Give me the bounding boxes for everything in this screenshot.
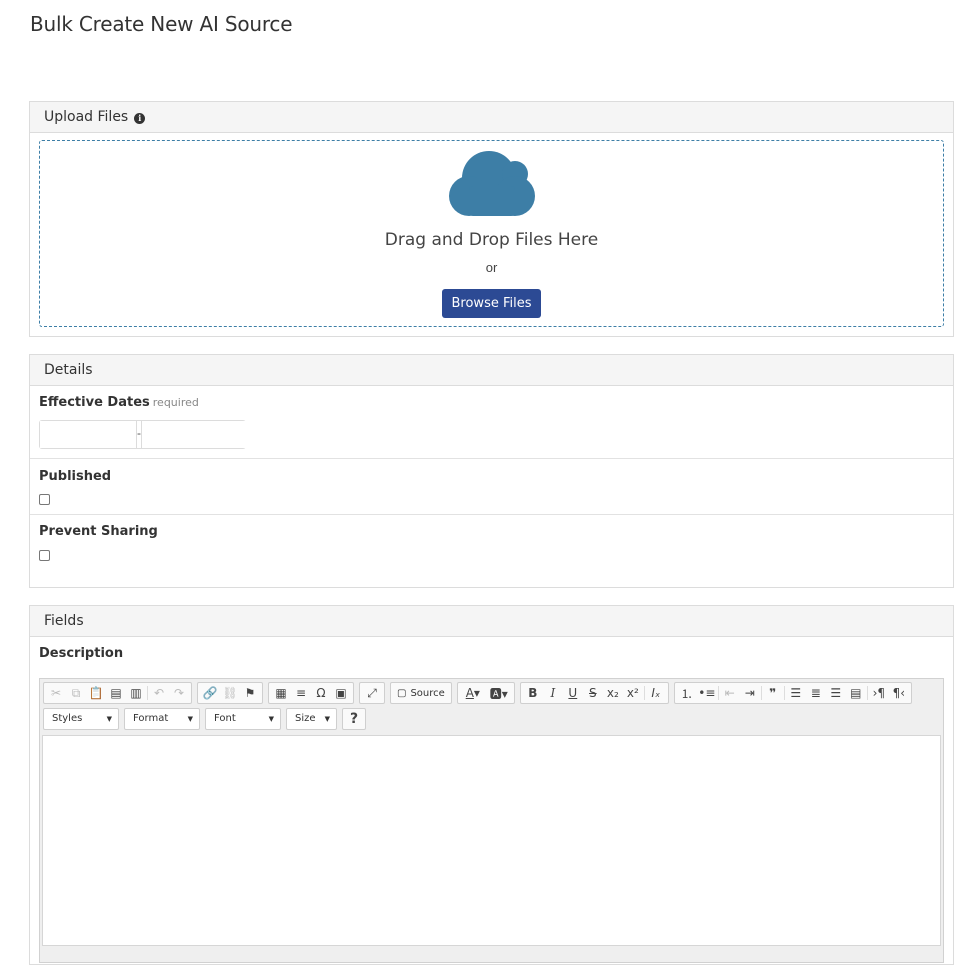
end-date-input[interactable] <box>142 421 323 448</box>
text-direction-ltr-icon[interactable]: ›¶ <box>869 683 889 703</box>
styles-dropdown[interactable]: Styles ▼ <box>43 708 119 730</box>
help-button[interactable]: ? <box>345 709 363 729</box>
align-left-icon[interactable]: ☰ <box>786 683 806 703</box>
upload-files-header: Upload Files i <box>30 102 953 133</box>
superscript-icon[interactable]: x² <box>623 683 643 703</box>
chevron-down-icon: ▼ <box>268 715 274 723</box>
details-panel: Details Effective Dates required - Publis… <box>29 354 954 588</box>
cut-icon[interactable]: ✂ <box>46 683 66 703</box>
prevent-sharing-row: Prevent Sharing <box>30 515 953 587</box>
text-color-icon[interactable]: A ▾ <box>460 683 486 703</box>
paragraph-group: ⒈ •≡ ⇤ ⇥ ❞ ☰ ≣ ☰ ▤ ›¶ ¶‹ <box>673 682 912 704</box>
blockquote-icon[interactable]: ❞ <box>763 683 783 703</box>
format-dropdown[interactable]: Format ▼ <box>124 708 200 730</box>
editor-toolbar-row-1: ✂ ⧉ 📋 ▤ ▥ ↶ ↷ 🔗 ⛓ ⚑ ▦ ≡ Ω ▣ ⤢ ▢ Source A… <box>43 682 917 704</box>
italic-icon[interactable]: I <box>543 683 563 703</box>
size-dropdown[interactable]: Size ▼ <box>286 708 337 730</box>
image-icon[interactable]: ▣ <box>331 683 351 703</box>
paste-text-icon[interactable]: ▤ <box>106 683 126 703</box>
align-center-icon[interactable]: ≣ <box>806 683 826 703</box>
align-justify-icon[interactable]: ▤ <box>846 683 866 703</box>
underline-icon[interactable]: U <box>563 683 583 703</box>
page-title: Bulk Create New AI Source <box>30 12 293 36</box>
text-direction-rtl-icon[interactable]: ¶‹ <box>889 683 909 703</box>
published-label: Published <box>39 469 112 484</box>
font-dropdown[interactable]: Font ▼ <box>205 708 281 730</box>
fields-header: Fields <box>30 606 953 637</box>
remove-format-icon[interactable]: Iₓ <box>646 683 666 703</box>
basic-styles-group: B I U S x₂ x² Iₓ <box>519 682 669 704</box>
subscript-icon[interactable]: x₂ <box>603 683 623 703</box>
outdent-icon[interactable]: ⇤ <box>720 683 740 703</box>
indent-icon[interactable]: ⇥ <box>740 683 760 703</box>
info-circle-icon[interactable]: i <box>134 113 146 124</box>
paste-icon[interactable]: 📋 <box>86 683 106 703</box>
published-row: Published <box>30 459 953 515</box>
file-dropzone[interactable]: Drag and Drop Files Here or Browse Files <box>39 140 944 327</box>
published-checkbox[interactable] <box>39 494 50 505</box>
source-button[interactable]: ▢ Source <box>393 683 449 703</box>
bulleted-list-icon[interactable]: •≡ <box>697 683 717 703</box>
insert-group: ▦ ≡ Ω ▣ <box>268 682 354 704</box>
background-color-icon[interactable]: 🅰▾ <box>486 683 512 703</box>
redo-icon[interactable]: ↷ <box>169 683 189 703</box>
browse-files-button[interactable]: Browse Files <box>442 289 541 318</box>
description-label: Description <box>39 646 124 661</box>
fields-panel: Fields Description ✂ ⧉ 📋 ▤ ▥ ↶ ↷ 🔗 ⛓ ⚑ ▦… <box>29 605 954 965</box>
horizontal-line-icon[interactable]: ≡ <box>291 683 311 703</box>
clipboard-group: ✂ ⧉ 📋 ▤ ▥ ↶ ↷ <box>43 682 192 704</box>
link-group: 🔗 ⛓ ⚑ <box>197 682 263 704</box>
align-right-icon[interactable]: ☰ <box>826 683 846 703</box>
drop-files-text: Drag and Drop Files Here <box>384 230 599 250</box>
description-editor-area[interactable] <box>42 735 941 946</box>
prevent-sharing-checkbox[interactable] <box>39 550 50 561</box>
anchor-flag-icon[interactable]: ⚑ <box>240 683 260 703</box>
unlink-icon[interactable]: ⛓ <box>220 683 240 703</box>
copy-icon[interactable]: ⧉ <box>66 683 86 703</box>
undo-icon[interactable]: ↶ <box>149 683 169 703</box>
chevron-down-icon: ▼ <box>106 715 112 723</box>
start-date-input[interactable] <box>40 421 136 448</box>
required-indicator: required <box>152 396 199 409</box>
chevron-down-icon: ▼ <box>324 715 330 723</box>
details-header: Details <box>30 355 953 386</box>
link-icon[interactable]: 🔗 <box>200 683 220 703</box>
source-icon: ▢ <box>397 687 407 699</box>
maximize-group: ⤢ <box>359 682 385 704</box>
maximize-icon[interactable]: ⤢ <box>362 683 382 703</box>
editor-toolbar-row-2: Styles ▼ Format ▼ Font ▼ Size ▼ ? <box>43 708 371 730</box>
or-text: or <box>485 260 498 275</box>
upload-files-panel: Upload Files i Drag and Drop Files Here o… <box>29 101 954 337</box>
color-group: A ▾ 🅰▾ <box>456 682 515 704</box>
strikethrough-icon[interactable]: S <box>583 683 603 703</box>
description-rich-text-editor: ✂ ⧉ 📋 ▤ ▥ ↶ ↷ 🔗 ⛓ ⚑ ▦ ≡ Ω ▣ ⤢ ▢ Source A… <box>39 678 944 963</box>
paste-from-word-icon[interactable]: ▥ <box>126 683 146 703</box>
effective-dates-label: Effective Dates required <box>39 395 199 410</box>
effective-dates-range: - <box>39 420 323 449</box>
prevent-sharing-label: Prevent Sharing <box>39 524 158 539</box>
source-group: ▢ Source <box>390 682 452 704</box>
bold-icon[interactable]: B <box>523 683 543 703</box>
numbered-list-icon[interactable]: ⒈ <box>677 683 697 703</box>
chevron-down-icon: ▼ <box>187 715 193 723</box>
special-character-icon[interactable]: Ω <box>311 683 331 703</box>
effective-dates-row: Effective Dates required - <box>30 386 953 459</box>
table-icon[interactable]: ▦ <box>271 683 291 703</box>
cloud-icon <box>449 151 535 216</box>
upload-files-title: Upload Files <box>44 109 129 125</box>
help-group: ? <box>342 708 366 730</box>
